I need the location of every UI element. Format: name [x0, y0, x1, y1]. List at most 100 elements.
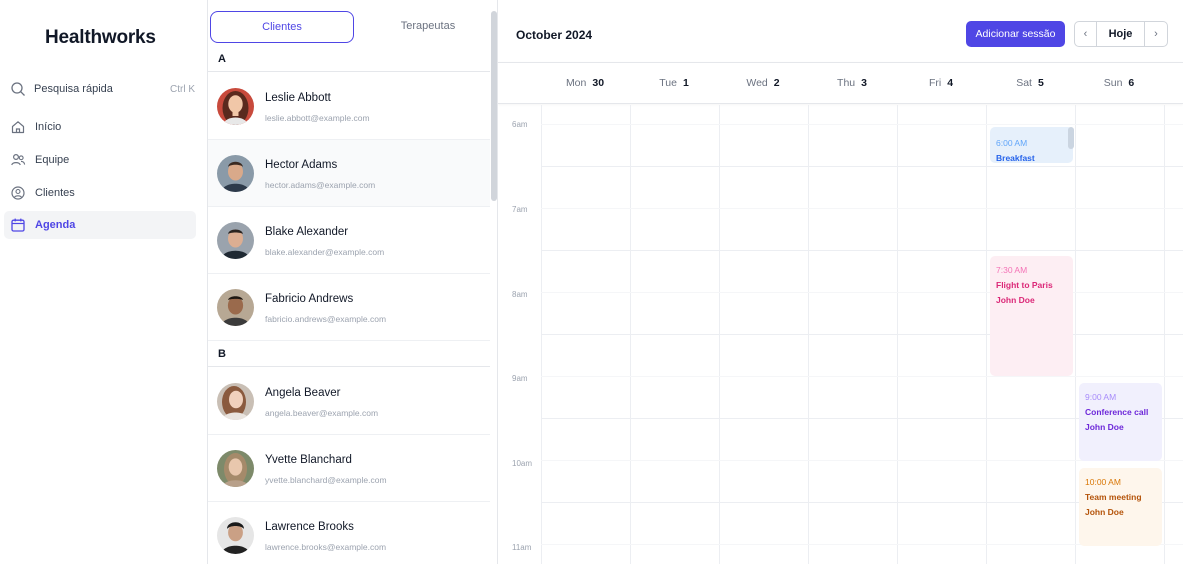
list-item[interactable]: Leslie Abbott leslie.abbott@example.com — [208, 73, 490, 140]
avatar — [217, 383, 254, 420]
list-item[interactable]: Angela Beaver angela.beaver@example.com — [208, 368, 490, 435]
today-button[interactable]: Hoje — [1097, 22, 1145, 46]
quick-search-label: Pesquisa rápida — [34, 83, 113, 95]
group-letter: B — [208, 342, 490, 367]
client-email: lawrence.brooks@example.com — [265, 542, 387, 552]
list-item[interactable]: Hector Adams hector.adams@example.com — [208, 140, 490, 207]
day-date: 1 — [682, 77, 689, 89]
event-title: Breakfast — [996, 153, 1035, 163]
avatar — [217, 88, 254, 125]
avatar — [217, 289, 254, 326]
day-column-header: Tue 1 — [630, 63, 718, 105]
hour-label: 11am — [512, 543, 532, 552]
day-name: Tue — [659, 77, 677, 89]
client-email: fabricio.andrews@example.com — [265, 314, 387, 324]
sidebar-item-inicio[interactable]: Início — [4, 113, 196, 141]
event-time: 7:30 AM — [996, 265, 1028, 275]
next-week-button[interactable]: › — [1145, 22, 1167, 46]
add-session-button[interactable]: Adicionar sessão — [966, 21, 1065, 47]
day-name: Wed — [746, 77, 768, 89]
event-time: 10:00 AM — [1085, 477, 1121, 487]
avatar — [217, 155, 254, 192]
grid-line — [541, 334, 1183, 335]
sidebar: Healthworks Pesquisa rápida Ctrl K Iníci… — [0, 0, 207, 564]
sidebar-item-agenda[interactable]: Agenda — [4, 211, 196, 239]
list-item[interactable]: Yvette Blanchard yvette.blanchard@exampl… — [208, 435, 490, 502]
client-email: blake.alexander@example.com — [265, 247, 385, 257]
client-name: Lawrence Brooks — [265, 521, 354, 533]
day-date: 6 — [1128, 77, 1135, 89]
group-letter: A — [208, 47, 490, 72]
hour-label: 10am — [512, 459, 533, 468]
event-person: John Doe — [1085, 507, 1124, 517]
day-column-header: Fri 4 — [897, 63, 985, 105]
event-person: John Doe — [996, 295, 1035, 305]
day-date: 5 — [1037, 77, 1044, 89]
client-name: Angela Beaver — [265, 387, 341, 399]
hour-label: 7am — [512, 205, 528, 214]
tab-clientes[interactable]: Clientes — [210, 11, 354, 43]
avatar — [217, 222, 254, 259]
day-date: 2 — [773, 77, 780, 89]
quick-search[interactable]: Pesquisa rápida Ctrl K — [10, 78, 195, 100]
calendar-icon — [10, 217, 26, 233]
quick-search-shortcut: Ctrl K — [170, 83, 195, 95]
chevron-left-icon: ‹ — [1083, 28, 1088, 40]
sidebar-item-equipe[interactable]: Equipe — [4, 146, 196, 174]
calendar-event[interactable]: 9:00 AM Conference call John Doe — [1079, 383, 1162, 461]
hour-label: 6am — [512, 120, 528, 129]
day-name: Sun — [1103, 77, 1123, 89]
day-date: 4 — [947, 77, 954, 89]
tab-terapeutas[interactable]: Terapeutas — [356, 11, 497, 43]
hour-label: 9am — [512, 374, 528, 383]
list-item[interactable]: Fabricio Andrews fabricio.andrews@exampl… — [208, 274, 490, 341]
sidebar-item-label: Agenda — [35, 219, 76, 231]
grid-line — [541, 376, 1183, 377]
time-grid: 6am 7am 8am 9am 10am 11am 6:00 AM Breakf… — [498, 105, 1183, 564]
brand-logo: Healthworks — [45, 27, 156, 48]
list-item[interactable]: Lawrence Brooks lawrence.brooks@example.… — [208, 502, 490, 564]
event-time: 6:00 AM — [996, 138, 1028, 148]
day-column-header: Mon 30 — [541, 63, 629, 105]
client-name: Fabricio Andrews — [265, 293, 354, 305]
date-navigation: ‹ Hoje › — [1074, 21, 1168, 47]
day-header: Mon 30 Tue 1 Wed 2 Thu 3 Fri 4 Sat 5 Sun 6 — [498, 62, 1183, 104]
day-name: Mon — [565, 77, 587, 89]
calendar-title: October 2024 — [516, 28, 593, 42]
day-column-header: Thu 3 — [808, 63, 896, 105]
day-name: Sat — [1016, 77, 1032, 89]
sidebar-item-label: Equipe — [35, 154, 70, 166]
avatar — [217, 450, 254, 487]
list-tabs: Clientes Terapeutas — [210, 11, 492, 43]
chevron-right-icon: › — [1154, 28, 1158, 40]
client-email: angela.beaver@example.com — [265, 408, 379, 418]
day-column-header: Sun 6 — [1075, 63, 1163, 105]
event-person: John Doe — [1085, 422, 1124, 432]
search-icon — [10, 81, 26, 97]
calendar-event[interactable]: 10:00 AM Team meeting John Doe — [1079, 468, 1162, 546]
client-name: Leslie Abbott — [265, 92, 331, 104]
event-scrollbar[interactable] — [1068, 127, 1074, 149]
list-item[interactable]: Blake Alexander blake.alexander@example.… — [208, 207, 490, 274]
client-name: Hector Adams — [265, 159, 338, 171]
event-title: Conference call — [1085, 407, 1149, 417]
calendar-event[interactable]: 7:30 AM Flight to Paris John Doe — [990, 256, 1073, 376]
sidebar-item-label: Clientes — [35, 187, 75, 199]
calendar-event[interactable]: 6:00 AM Breakfast — [990, 127, 1074, 163]
client-list-panel: Clientes Terapeutas A Leslie Abbott lesl… — [207, 0, 498, 564]
day-name: Fri — [928, 77, 942, 89]
user-circle-icon — [10, 185, 26, 201]
day-name: Thu — [837, 77, 856, 89]
day-column-header: Wed 2 — [719, 63, 807, 105]
sidebar-item-clientes[interactable]: Clientes — [4, 179, 196, 207]
event-title: Flight to Paris — [996, 280, 1053, 290]
client-email: yvette.blanchard@example.com — [265, 475, 387, 485]
prev-week-button[interactable]: ‹ — [1075, 22, 1097, 46]
hour-label: 8am — [512, 290, 528, 299]
sidebar-item-label: Início — [35, 121, 62, 133]
grid-line — [541, 124, 1183, 125]
list-scrollbar[interactable] — [491, 11, 497, 201]
client-name: Yvette Blanchard — [265, 454, 352, 466]
grid-line — [541, 250, 1183, 251]
team-icon — [10, 152, 26, 168]
